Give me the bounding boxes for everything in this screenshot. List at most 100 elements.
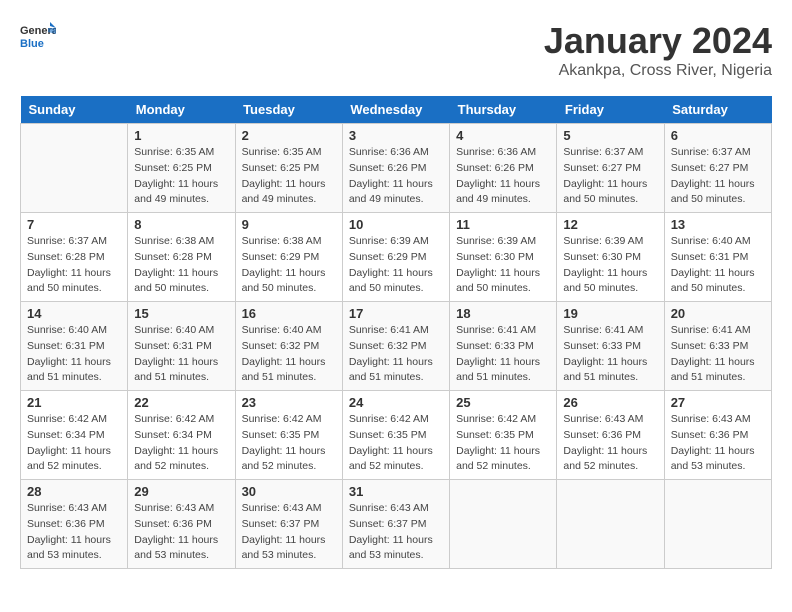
sunset-text: Sunset: 6:29 PM: [242, 250, 336, 266]
sunrise-text: Sunrise: 6:40 AM: [671, 234, 765, 250]
day-number: 20: [671, 306, 765, 321]
calendar-week-2: 7 Sunrise: 6:37 AM Sunset: 6:28 PM Dayli…: [21, 213, 772, 302]
daylight-text: Daylight: 11 hours and 51 minutes.: [563, 355, 657, 387]
sunrise-text: Sunrise: 6:37 AM: [563, 145, 657, 161]
day-number: 15: [134, 306, 228, 321]
daylight-text: Daylight: 11 hours and 53 minutes.: [349, 533, 443, 565]
day-info: Sunrise: 6:35 AM Sunset: 6:25 PM Dayligh…: [242, 145, 336, 208]
table-row: 11 Sunrise: 6:39 AM Sunset: 6:30 PM Dayl…: [450, 213, 557, 302]
daylight-text: Daylight: 11 hours and 50 minutes.: [671, 177, 765, 209]
table-row: [21, 124, 128, 213]
daylight-text: Daylight: 11 hours and 52 minutes.: [27, 444, 121, 476]
day-info: Sunrise: 6:37 AM Sunset: 6:27 PM Dayligh…: [671, 145, 765, 208]
header: General Blue January 2024 Akankpa, Cross…: [20, 20, 772, 80]
daylight-text: Daylight: 11 hours and 49 minutes.: [349, 177, 443, 209]
sunset-text: Sunset: 6:25 PM: [134, 161, 228, 177]
day-info: Sunrise: 6:36 AM Sunset: 6:26 PM Dayligh…: [456, 145, 550, 208]
day-info: Sunrise: 6:42 AM Sunset: 6:34 PM Dayligh…: [134, 412, 228, 475]
table-row: [450, 480, 557, 569]
day-info: Sunrise: 6:42 AM Sunset: 6:35 PM Dayligh…: [349, 412, 443, 475]
sunset-text: Sunset: 6:37 PM: [349, 517, 443, 533]
sunrise-text: Sunrise: 6:43 AM: [671, 412, 765, 428]
day-number: 10: [349, 217, 443, 232]
daylight-text: Daylight: 11 hours and 51 minutes.: [134, 355, 228, 387]
day-number: 12: [563, 217, 657, 232]
table-row: 9 Sunrise: 6:38 AM Sunset: 6:29 PM Dayli…: [235, 213, 342, 302]
sunrise-text: Sunrise: 6:41 AM: [456, 323, 550, 339]
day-info: Sunrise: 6:42 AM Sunset: 6:35 PM Dayligh…: [242, 412, 336, 475]
table-row: 28 Sunrise: 6:43 AM Sunset: 6:36 PM Dayl…: [21, 480, 128, 569]
title-area: January 2024 Akankpa, Cross River, Niger…: [544, 20, 772, 80]
day-info: Sunrise: 6:37 AM Sunset: 6:28 PM Dayligh…: [27, 234, 121, 297]
sunset-text: Sunset: 6:26 PM: [349, 161, 443, 177]
sunset-text: Sunset: 6:25 PM: [242, 161, 336, 177]
table-row: 2 Sunrise: 6:35 AM Sunset: 6:25 PM Dayli…: [235, 124, 342, 213]
daylight-text: Daylight: 11 hours and 52 minutes.: [242, 444, 336, 476]
daylight-text: Daylight: 11 hours and 52 minutes.: [349, 444, 443, 476]
table-row: 15 Sunrise: 6:40 AM Sunset: 6:31 PM Dayl…: [128, 302, 235, 391]
day-info: Sunrise: 6:40 AM Sunset: 6:32 PM Dayligh…: [242, 323, 336, 386]
sunset-text: Sunset: 6:28 PM: [134, 250, 228, 266]
sunset-text: Sunset: 6:36 PM: [671, 428, 765, 444]
sunrise-text: Sunrise: 6:35 AM: [134, 145, 228, 161]
calendar-week-1: 1 Sunrise: 6:35 AM Sunset: 6:25 PM Dayli…: [21, 124, 772, 213]
sunset-text: Sunset: 6:34 PM: [27, 428, 121, 444]
daylight-text: Daylight: 11 hours and 52 minutes.: [563, 444, 657, 476]
sunset-text: Sunset: 6:35 PM: [349, 428, 443, 444]
day-number: 27: [671, 395, 765, 410]
table-row: [664, 480, 771, 569]
day-number: 25: [456, 395, 550, 410]
daylight-text: Daylight: 11 hours and 50 minutes.: [563, 266, 657, 298]
table-row: 19 Sunrise: 6:41 AM Sunset: 6:33 PM Dayl…: [557, 302, 664, 391]
sunrise-text: Sunrise: 6:39 AM: [349, 234, 443, 250]
table-row: 6 Sunrise: 6:37 AM Sunset: 6:27 PM Dayli…: [664, 124, 771, 213]
table-row: 4 Sunrise: 6:36 AM Sunset: 6:26 PM Dayli…: [450, 124, 557, 213]
day-number: 9: [242, 217, 336, 232]
sunrise-text: Sunrise: 6:43 AM: [242, 501, 336, 517]
col-friday: Friday: [557, 96, 664, 124]
sunrise-text: Sunrise: 6:39 AM: [563, 234, 657, 250]
table-row: 21 Sunrise: 6:42 AM Sunset: 6:34 PM Dayl…: [21, 391, 128, 480]
day-info: Sunrise: 6:37 AM Sunset: 6:27 PM Dayligh…: [563, 145, 657, 208]
daylight-text: Daylight: 11 hours and 49 minutes.: [242, 177, 336, 209]
table-row: 22 Sunrise: 6:42 AM Sunset: 6:34 PM Dayl…: [128, 391, 235, 480]
sunset-text: Sunset: 6:26 PM: [456, 161, 550, 177]
sunrise-text: Sunrise: 6:42 AM: [456, 412, 550, 428]
sunrise-text: Sunrise: 6:40 AM: [134, 323, 228, 339]
day-number: 21: [27, 395, 121, 410]
sunset-text: Sunset: 6:27 PM: [563, 161, 657, 177]
day-info: Sunrise: 6:43 AM Sunset: 6:36 PM Dayligh…: [27, 501, 121, 564]
daylight-text: Daylight: 11 hours and 53 minutes.: [242, 533, 336, 565]
day-number: 4: [456, 128, 550, 143]
sunset-text: Sunset: 6:30 PM: [563, 250, 657, 266]
daylight-text: Daylight: 11 hours and 51 minutes.: [242, 355, 336, 387]
calendar-subtitle: Akankpa, Cross River, Nigeria: [544, 62, 772, 80]
daylight-text: Daylight: 11 hours and 50 minutes.: [134, 266, 228, 298]
day-info: Sunrise: 6:41 AM Sunset: 6:32 PM Dayligh…: [349, 323, 443, 386]
sunrise-text: Sunrise: 6:43 AM: [563, 412, 657, 428]
table-row: 16 Sunrise: 6:40 AM Sunset: 6:32 PM Dayl…: [235, 302, 342, 391]
sunset-text: Sunset: 6:35 PM: [242, 428, 336, 444]
table-row: 12 Sunrise: 6:39 AM Sunset: 6:30 PM Dayl…: [557, 213, 664, 302]
sunrise-text: Sunrise: 6:39 AM: [456, 234, 550, 250]
day-number: 18: [456, 306, 550, 321]
day-info: Sunrise: 6:43 AM Sunset: 6:37 PM Dayligh…: [242, 501, 336, 564]
col-thursday: Thursday: [450, 96, 557, 124]
day-number: 26: [563, 395, 657, 410]
table-row: 25 Sunrise: 6:42 AM Sunset: 6:35 PM Dayl…: [450, 391, 557, 480]
daylight-text: Daylight: 11 hours and 49 minutes.: [456, 177, 550, 209]
daylight-text: Daylight: 11 hours and 49 minutes.: [134, 177, 228, 209]
day-info: Sunrise: 6:42 AM Sunset: 6:35 PM Dayligh…: [456, 412, 550, 475]
day-info: Sunrise: 6:35 AM Sunset: 6:25 PM Dayligh…: [134, 145, 228, 208]
table-row: 24 Sunrise: 6:42 AM Sunset: 6:35 PM Dayl…: [342, 391, 449, 480]
daylight-text: Daylight: 11 hours and 50 minutes.: [242, 266, 336, 298]
day-number: 17: [349, 306, 443, 321]
sunrise-text: Sunrise: 6:36 AM: [349, 145, 443, 161]
sunset-text: Sunset: 6:33 PM: [456, 339, 550, 355]
day-number: 8: [134, 217, 228, 232]
day-number: 1: [134, 128, 228, 143]
table-row: 14 Sunrise: 6:40 AM Sunset: 6:31 PM Dayl…: [21, 302, 128, 391]
sunrise-text: Sunrise: 6:36 AM: [456, 145, 550, 161]
day-number: 3: [349, 128, 443, 143]
sunrise-text: Sunrise: 6:35 AM: [242, 145, 336, 161]
